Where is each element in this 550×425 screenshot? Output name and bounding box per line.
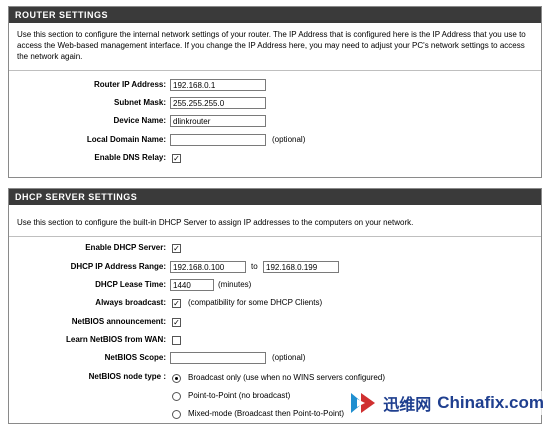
- node-type-option-broadcast: Broadcast only (use when no WINS servers…: [188, 373, 385, 382]
- dhcp-range-end-input[interactable]: [263, 261, 339, 273]
- device-name-row: Device Name:: [0, 114, 166, 128]
- router-settings-title: ROUTER SETTINGS: [9, 7, 541, 23]
- device-name-label: Device Name:: [113, 116, 166, 125]
- learn-netbios-label: Learn NetBIOS from WAN:: [65, 335, 166, 344]
- dhcp-range-label: DHCP IP Address Range:: [70, 262, 166, 271]
- learn-netbios-checkbox[interactable]: [172, 336, 181, 345]
- dns-relay-row: Enable DNS Relay:: [0, 151, 166, 165]
- always-broadcast-row: Always broadcast:: [0, 296, 166, 310]
- dhcp-range-row: DHCP IP Address Range:: [0, 260, 166, 274]
- netbios-announce-label: NetBIOS announcement:: [71, 317, 166, 326]
- node-type-radio-p2p[interactable]: [172, 392, 181, 401]
- local-domain-optional-note: (optional): [272, 135, 306, 144]
- lease-time-input[interactable]: [170, 279, 214, 291]
- node-type-option-p2p: Point-to-Point (no broadcast): [188, 391, 291, 400]
- dhcp-settings-title: DHCP SERVER SETTINGS: [9, 189, 541, 205]
- node-type-row: NetBIOS node type :: [0, 370, 166, 384]
- node-type-option-mixed: Mixed-mode (Broadcast then Point-to-Poin…: [188, 409, 345, 418]
- netbios-scope-optional-note: (optional): [272, 353, 306, 362]
- node-type-radio-mixed[interactable]: [172, 410, 181, 419]
- lease-time-label: DHCP Lease Time:: [95, 280, 166, 289]
- netbios-scope-row: NetBIOS Scope:: [0, 351, 166, 365]
- learn-netbios-row: Learn NetBIOS from WAN:: [0, 333, 166, 347]
- subnet-mask-input[interactable]: [170, 97, 266, 109]
- router-ip-label: Router IP Address:: [93, 80, 166, 89]
- always-broadcast-checkbox[interactable]: ✓: [172, 299, 181, 308]
- dhcp-settings-description: Use this section to configure the built-…: [9, 205, 541, 237]
- router-ip-row: Router IP Address:: [0, 78, 166, 92]
- subnet-mask-label: Subnet Mask:: [113, 98, 166, 107]
- router-ip-input[interactable]: [170, 79, 266, 91]
- watermark-english-text: Chinafix.com: [437, 393, 544, 412]
- dhcp-range-to-label: to: [251, 262, 258, 271]
- dhcp-range-start-input[interactable]: [170, 261, 246, 273]
- lease-time-row: DHCP Lease Time:: [0, 278, 166, 292]
- subnet-mask-row: Subnet Mask:: [0, 96, 166, 110]
- always-broadcast-note: (compatibility for some DHCP Clients): [188, 298, 323, 307]
- enable-dhcp-label: Enable DHCP Server:: [85, 243, 166, 252]
- device-name-input[interactable]: [170, 115, 266, 127]
- netbios-announce-row: NetBIOS announcement:: [0, 315, 166, 329]
- watermark-chinese-text: 迅维网: [383, 397, 432, 414]
- router-settings-description: Use this section to configure the intern…: [9, 23, 541, 71]
- node-type-radio-broadcast[interactable]: [172, 374, 181, 383]
- netbios-scope-input[interactable]: [170, 352, 266, 364]
- netbios-announce-checkbox[interactable]: ✓: [172, 318, 181, 327]
- chinafix-watermark: 迅维网 Chinafix.com: [349, 391, 544, 415]
- local-domain-row: Local Domain Name:: [0, 133, 166, 147]
- node-type-label: NetBIOS node type :: [88, 372, 166, 381]
- netbios-scope-label: NetBIOS Scope:: [104, 353, 166, 362]
- lease-time-unit: (minutes): [218, 280, 252, 289]
- dns-relay-label: Enable DNS Relay:: [94, 153, 166, 162]
- always-broadcast-label: Always broadcast:: [95, 298, 166, 307]
- chinafix-logo-icon: [351, 393, 376, 413]
- local-domain-input[interactable]: [170, 134, 266, 146]
- enable-dhcp-row: Enable DHCP Server:: [0, 241, 166, 255]
- enable-dhcp-checkbox[interactable]: ✓: [172, 244, 181, 253]
- dns-relay-checkbox[interactable]: ✓: [172, 154, 181, 163]
- local-domain-label: Local Domain Name:: [86, 135, 166, 144]
